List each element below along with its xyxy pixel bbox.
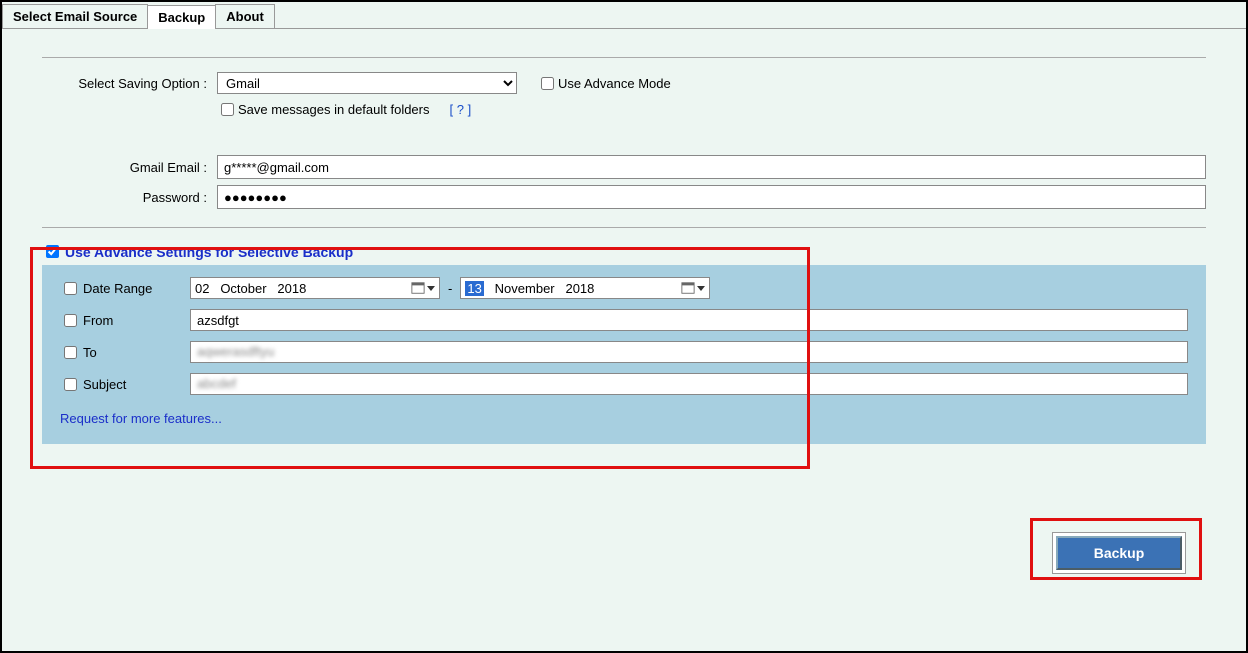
backup-panel: Select Saving Option : Gmail Use Advance…	[2, 29, 1246, 454]
subject-input[interactable]: abcdef	[190, 373, 1188, 395]
calendar-icon[interactable]	[411, 281, 435, 295]
password-row: Password : ●●●●●●●●	[42, 185, 1206, 209]
save-default-row: Save messages in default folders [ ? ]	[42, 100, 1206, 119]
from-input[interactable]	[190, 309, 1188, 331]
date-to-day: 13	[465, 281, 483, 296]
date-from-picker[interactable]: 02 October 2018	[190, 277, 440, 299]
date-range-label: Date Range	[83, 281, 152, 296]
tab-about[interactable]: About	[215, 4, 275, 28]
date-separator: -	[448, 281, 452, 296]
to-input[interactable]: aqwerasdftyu	[190, 341, 1188, 363]
request-features-link[interactable]: Request for more features...	[60, 411, 222, 426]
app-window: Select Email Source Backup About Select …	[0, 0, 1248, 653]
password-value: ●●●●●●●●	[224, 190, 287, 205]
password-label: Password :	[42, 190, 217, 205]
help-link[interactable]: [ ? ]	[450, 102, 472, 117]
from-checkbox-input[interactable]	[64, 314, 77, 327]
date-to-picker[interactable]: 13 November 2018	[460, 277, 710, 299]
tab-bar: Select Email Source Backup About	[2, 2, 1246, 29]
email-row: Gmail Email :	[42, 155, 1206, 179]
from-checkbox[interactable]: From	[60, 311, 190, 330]
to-checkbox-input[interactable]	[64, 346, 77, 359]
to-checkbox[interactable]: To	[60, 343, 190, 362]
subject-value-blur: abcdef	[197, 376, 236, 391]
date-range-checkbox[interactable]: Date Range	[60, 279, 190, 298]
save-default-label: Save messages in default folders	[238, 102, 430, 117]
save-default-checkbox[interactable]: Save messages in default folders	[217, 100, 430, 119]
date-from-month: October	[220, 281, 266, 296]
to-value-blur: aqwerasdftyu	[197, 344, 274, 359]
date-from-day: 02	[195, 281, 209, 296]
advance-settings-panel: Date Range 02 October 2018 -	[42, 265, 1206, 444]
email-input[interactable]	[217, 155, 1206, 179]
advance-mode-label: Use Advance Mode	[558, 76, 671, 91]
tab-select-email-source[interactable]: Select Email Source	[2, 4, 148, 28]
advance-settings-header[interactable]: Use Advance Settings for Selective Backu…	[42, 242, 1206, 261]
divider	[42, 57, 1206, 58]
saving-option-row: Select Saving Option : Gmail Use Advance…	[42, 72, 1206, 94]
tab-backup[interactable]: Backup	[147, 5, 216, 29]
calendar-icon[interactable]	[681, 281, 705, 295]
date-from-year: 2018	[277, 281, 306, 296]
to-row: To aqwerasdftyu	[60, 341, 1188, 363]
advance-mode-checkbox[interactable]: Use Advance Mode	[537, 74, 671, 93]
date-range-checkbox-input[interactable]	[64, 282, 77, 295]
subject-row: Subject abcdef	[60, 373, 1188, 395]
backup-button-area: Backup	[1052, 532, 1186, 574]
from-row: From	[60, 309, 1188, 331]
saving-option-select[interactable]: Gmail	[217, 72, 517, 94]
advance-settings-checkbox[interactable]	[46, 245, 59, 258]
subject-checkbox-input[interactable]	[64, 378, 77, 391]
date-to-month: November	[495, 281, 555, 296]
backup-button[interactable]: Backup	[1056, 536, 1182, 570]
password-input[interactable]: ●●●●●●●●	[217, 185, 1206, 209]
date-to-year: 2018	[565, 281, 594, 296]
backup-button-frame: Backup	[1052, 532, 1186, 574]
save-default-checkbox-input[interactable]	[221, 103, 234, 116]
to-label: To	[83, 345, 97, 360]
from-label: From	[83, 313, 113, 328]
divider	[42, 227, 1206, 228]
advance-mode-checkbox-input[interactable]	[541, 77, 554, 90]
email-label: Gmail Email :	[42, 160, 217, 175]
date-range-row: Date Range 02 October 2018 -	[60, 277, 1188, 299]
subject-checkbox[interactable]: Subject	[60, 375, 190, 394]
saving-option-label: Select Saving Option :	[42, 76, 217, 91]
advance-settings-label: Use Advance Settings for Selective Backu…	[65, 244, 353, 260]
subject-label: Subject	[83, 377, 126, 392]
